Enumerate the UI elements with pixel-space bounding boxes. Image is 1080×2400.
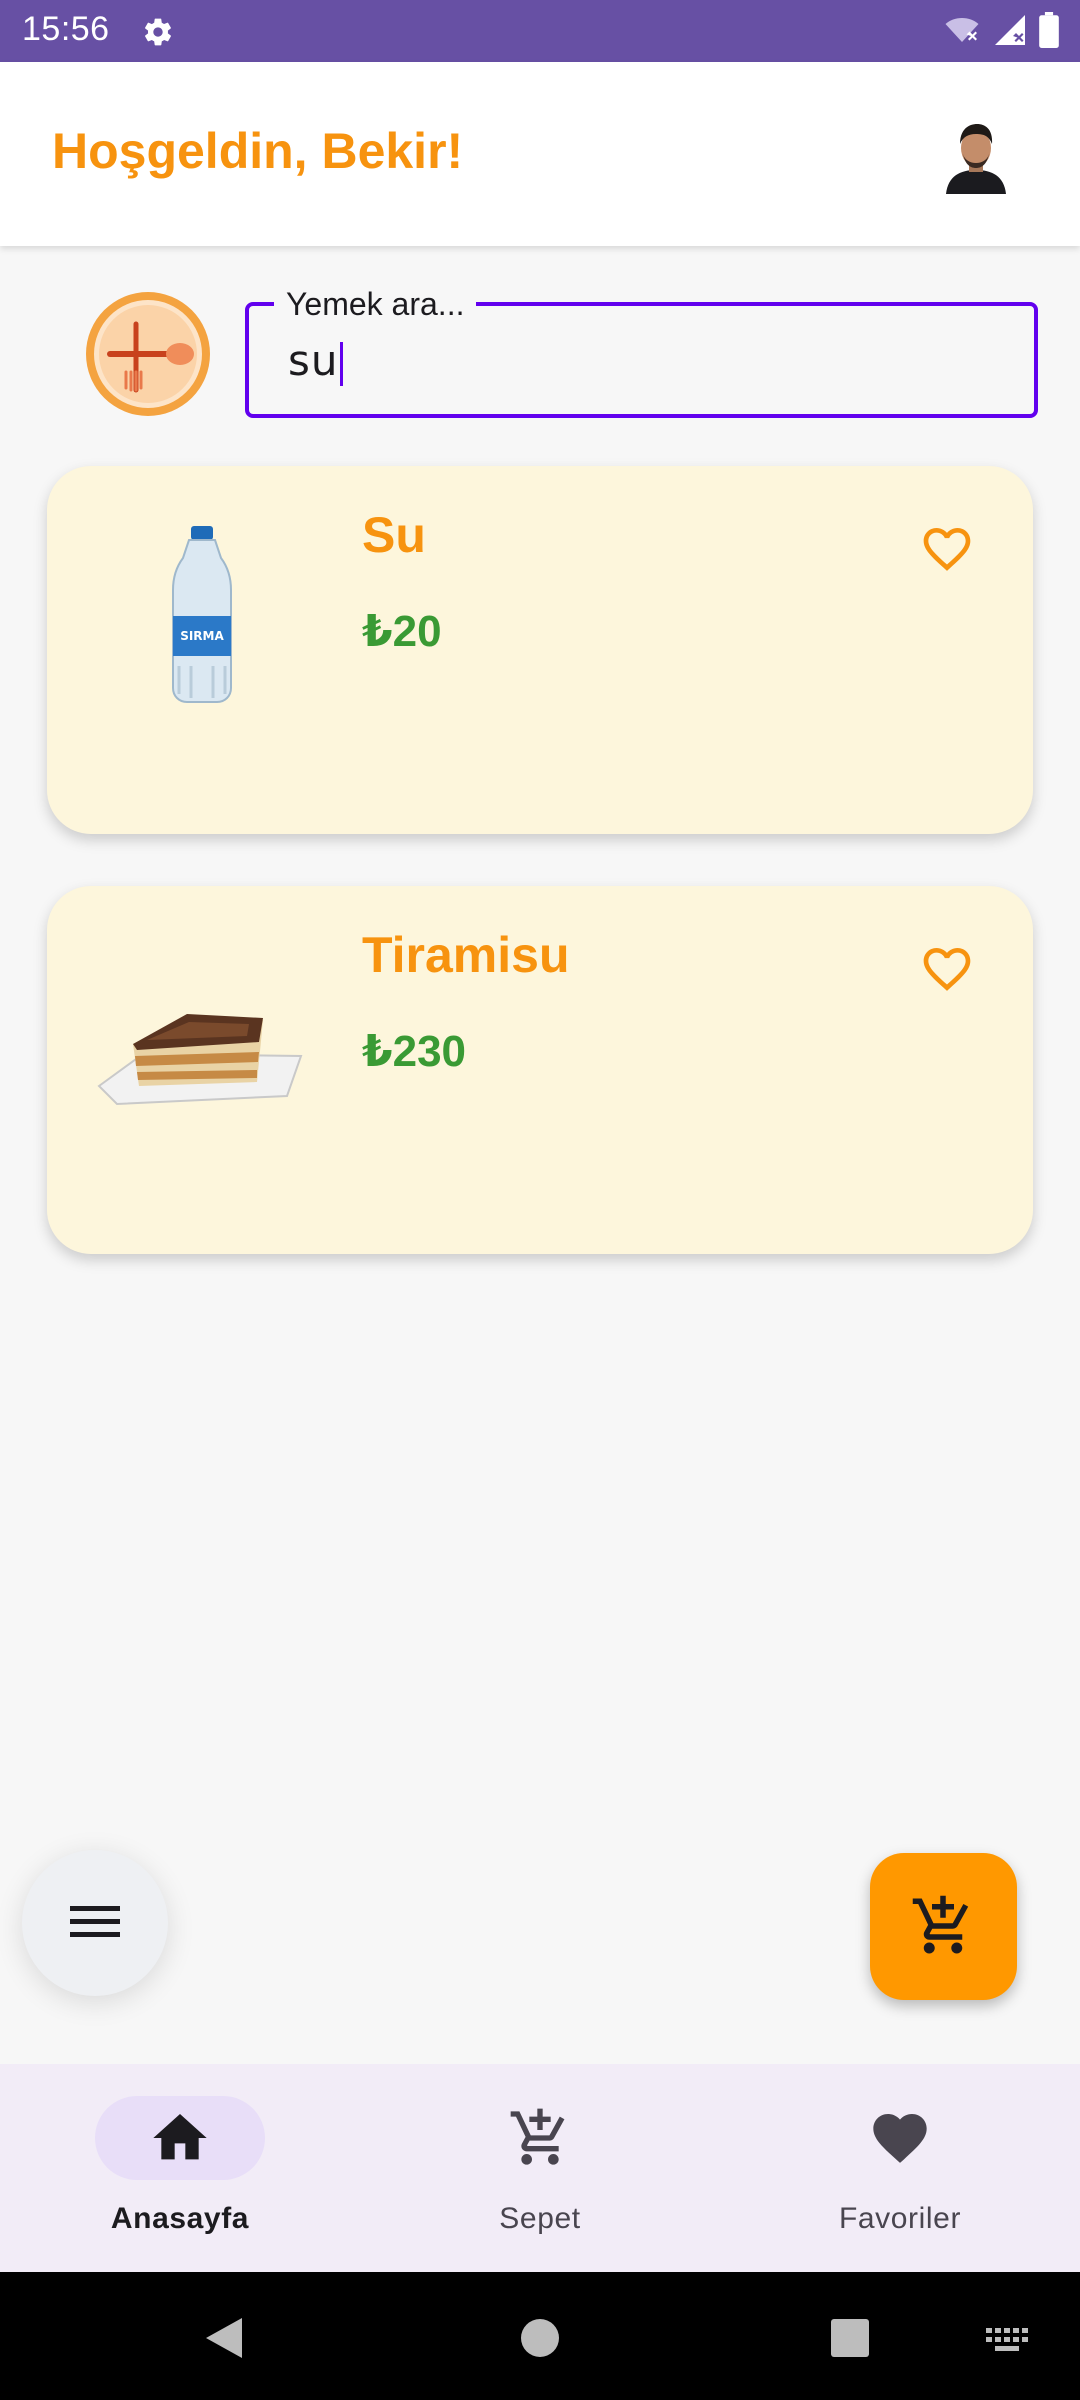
nav-item-favorites[interactable]: Favoriler bbox=[720, 2064, 1080, 2272]
food-price: ₺20 bbox=[362, 607, 442, 656]
home-icon bbox=[153, 2114, 207, 2160]
water-bottle-image: SIRMA bbox=[172, 526, 232, 703]
system-navigation-bar bbox=[0, 2272, 1080, 2400]
heart-outline-icon[interactable] bbox=[917, 941, 977, 997]
menu-button[interactable] bbox=[22, 1850, 168, 1996]
settings-icon bbox=[145, 18, 171, 46]
food-card[interactable]: Tiramisu ₺230 bbox=[47, 886, 1033, 1254]
cart-add-icon bbox=[510, 2108, 565, 2165]
heart-outline-icon[interactable] bbox=[917, 521, 977, 577]
nav-item-cart[interactable]: Sepet bbox=[360, 2064, 720, 2272]
menu-icon bbox=[70, 1906, 120, 1937]
recents-icon[interactable] bbox=[830, 2318, 870, 2358]
food-logo-icon bbox=[86, 292, 210, 416]
search-value[interactable]: su bbox=[288, 336, 343, 386]
nav-label-home: Anasayfa bbox=[110, 2202, 250, 2235]
add-to-cart-icon bbox=[912, 1895, 969, 1954]
search-label: Yemek ara... bbox=[274, 286, 477, 323]
status-time: 15:56 bbox=[22, 10, 110, 48]
app-bar: Hoşgeldin, Bekir! bbox=[0, 62, 1080, 246]
tiramisu-image bbox=[97, 1014, 303, 1106]
nav-item-home[interactable]: Anasayfa bbox=[0, 2064, 360, 2272]
back-icon[interactable] bbox=[202, 2314, 246, 2362]
nav-label-cart: Sepet bbox=[499, 2202, 581, 2235]
food-price: ₺230 bbox=[362, 1027, 467, 1076]
heart-icon bbox=[873, 2114, 927, 2163]
avatar[interactable] bbox=[940, 114, 1012, 194]
bottom-navigation: Anasayfa Sepet Favoriler bbox=[0, 2064, 1080, 2272]
welcome-title: Hoşgeldin, Bekir! bbox=[52, 123, 464, 179]
add-to-cart-button[interactable] bbox=[870, 1853, 1017, 2000]
signal-icon bbox=[995, 15, 1025, 45]
svg-text:SIRMA: SIRMA bbox=[180, 629, 224, 643]
keyboard-icon[interactable] bbox=[986, 2328, 1030, 2352]
food-card[interactable]: SIRMA Su ₺20 bbox=[47, 466, 1033, 834]
battery-icon bbox=[1039, 12, 1059, 48]
nav-label-favorites: Favoriler bbox=[838, 2202, 962, 2235]
food-name: Tiramisu bbox=[362, 927, 570, 983]
home-circle-icon[interactable] bbox=[520, 2318, 560, 2358]
status-bar: 15:56 bbox=[0, 0, 1080, 62]
food-name: Su bbox=[362, 507, 426, 563]
text-cursor bbox=[339, 341, 343, 386]
wifi-off-icon bbox=[945, 18, 979, 42]
